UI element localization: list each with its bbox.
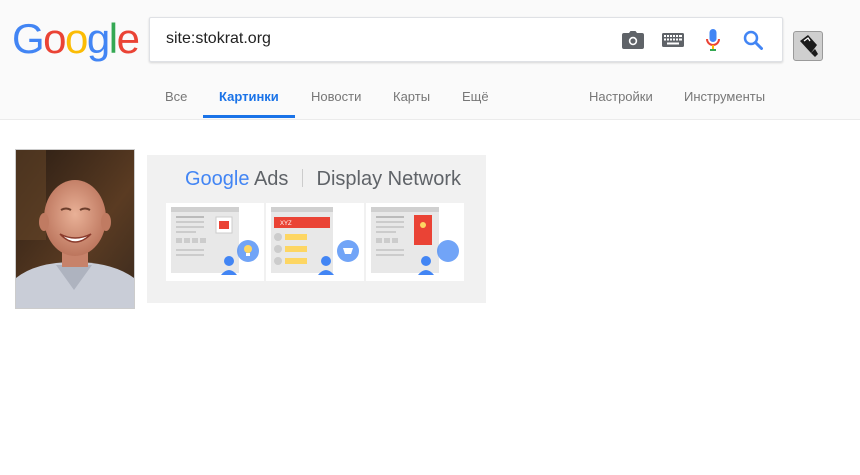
ad-panel: XYZ [266,203,364,281]
tab-maps[interactable]: Карты [393,89,430,104]
settings-link[interactable]: Настройки [589,89,653,104]
tools-link[interactable]: Инструменты [684,89,765,104]
microphone-icon[interactable] [701,28,725,52]
ads-network: Display Network [316,168,462,190]
search-icon[interactable] [741,28,765,52]
display-ad-illustration [371,207,459,275]
stamp-icon [800,35,818,57]
search-box[interactable]: site:stokrat.org [149,17,783,62]
logo-letter: o [43,15,66,62]
search-input[interactable]: site:stokrat.org [166,30,271,48]
active-tab-indicator [203,115,295,118]
ads-title: Google Ads Display Network [185,168,461,191]
ad-panel [366,203,464,281]
search-tabs: Все Картинки Новости Карты Ещё Настройки… [0,80,860,119]
logo-letter: l [108,15,118,62]
ad-panel [166,203,264,281]
tab-all[interactable]: Все [165,89,187,104]
tab-news[interactable]: Новости [311,89,361,104]
image-result-google-ads[interactable]: Google Ads Display Network XYZ [147,155,486,303]
logo-letter: G [12,15,45,62]
portrait-photo [16,150,134,308]
ads-product: Ads [253,168,289,190]
camera-icon[interactable] [621,28,645,52]
title-divider [301,169,303,187]
account-avatar[interactable] [793,31,823,61]
ads-brand: Google [185,168,250,190]
logo-letter: e [116,15,140,62]
logo-letter: g [86,15,110,62]
keyboard-icon[interactable] [661,28,685,52]
display-ad-illustration [171,207,259,275]
display-ad-illustration: XYZ [271,207,359,275]
image-result-portrait[interactable] [15,149,135,309]
header: Google site:stokrat.org Все Картинки Нов… [0,0,860,120]
logo-letter: o [65,15,88,62]
tab-images[interactable]: Картинки [219,89,279,104]
tab-more[interactable]: Ещё [462,89,489,104]
google-logo[interactable]: Google [12,15,140,62]
xyz-badge: XYZ [280,221,292,227]
